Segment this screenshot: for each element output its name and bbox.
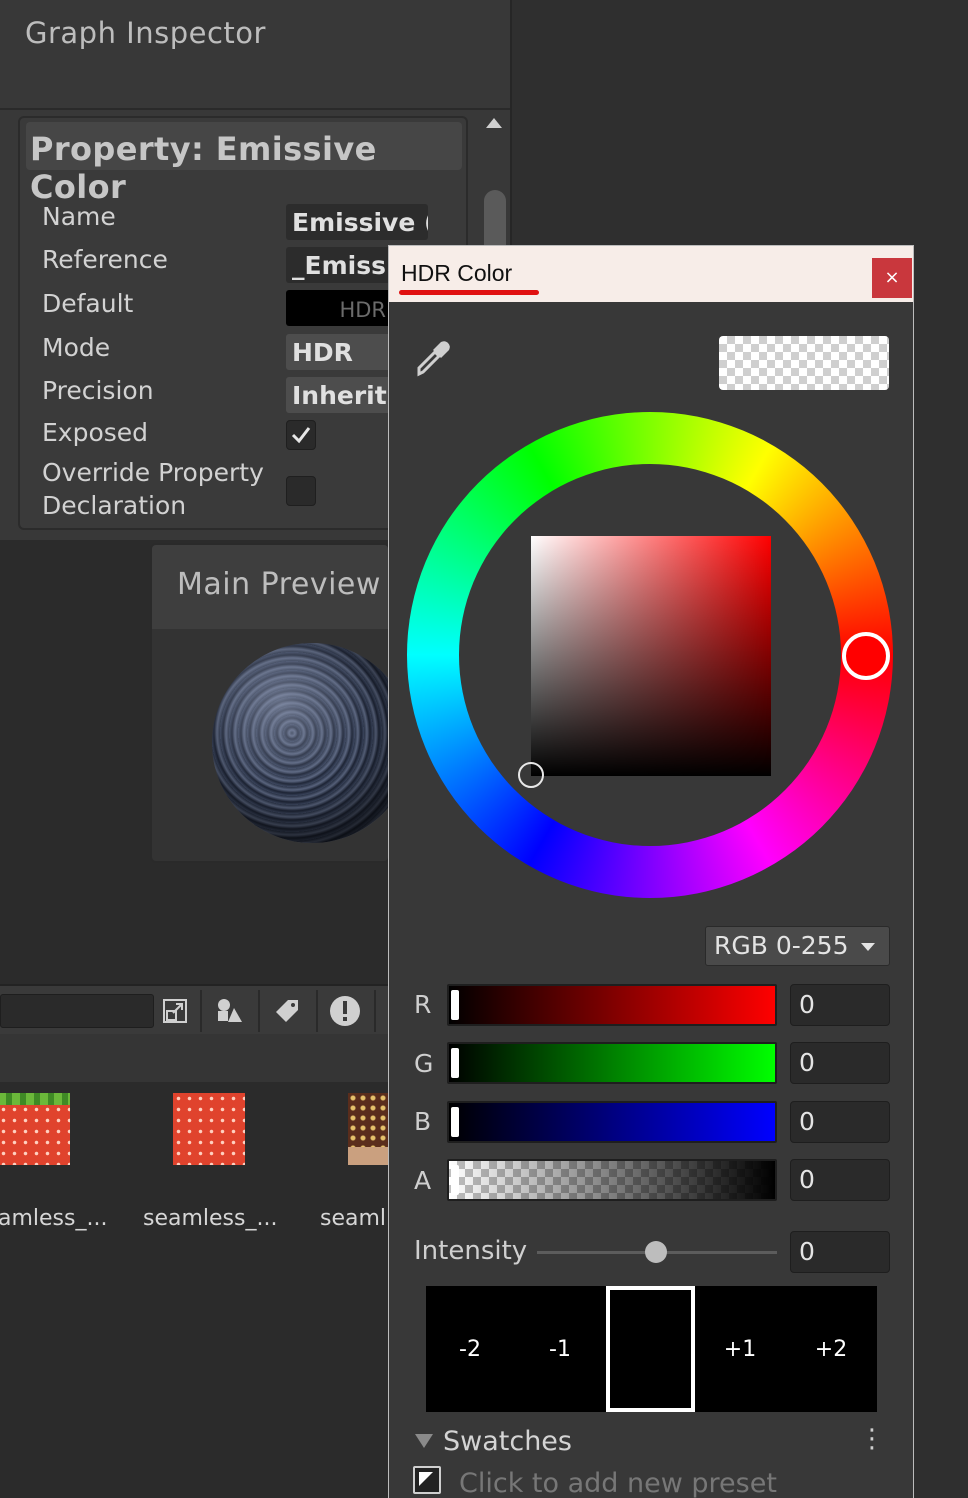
- name-label: Name: [42, 202, 116, 231]
- asset-thumbnail-strawberry[interactable]: [173, 1093, 245, 1165]
- toolbar-divider: [316, 990, 318, 1032]
- stop-plus-2[interactable]: +2: [785, 1286, 877, 1412]
- chevron-down-icon: [861, 943, 875, 951]
- more-options-icon[interactable]: ⋮: [859, 1424, 885, 1454]
- search-input[interactable]: [0, 994, 154, 1028]
- close-button[interactable]: ×: [872, 258, 912, 298]
- red-slider[interactable]: [447, 984, 777, 1026]
- channel-label-b: B: [414, 1107, 432, 1136]
- tag-icon[interactable]: [262, 989, 312, 1033]
- asset-label[interactable]: seamless_...: [143, 1206, 277, 1231]
- hue-handle[interactable]: [842, 632, 890, 680]
- checkmark-icon: [291, 427, 311, 444]
- reference-label: Reference: [42, 245, 168, 274]
- override-declaration-checkbox[interactable]: [286, 476, 316, 506]
- asset-thumbnail-strawberry[interactable]: [0, 1093, 70, 1165]
- toolbar-divider: [258, 990, 260, 1032]
- scroll-up-arrow-icon[interactable]: [486, 118, 502, 128]
- green-value-field[interactable]: 0: [790, 1042, 890, 1084]
- maximize-icon[interactable]: [150, 989, 200, 1033]
- project-toolbar: [0, 984, 390, 1034]
- default-hdr-color-field[interactable]: HDR: [286, 290, 396, 326]
- swatches-label[interactable]: Swatches: [443, 1426, 572, 1457]
- alpha-value-field[interactable]: 0: [790, 1159, 890, 1201]
- toolbar-divider: [200, 990, 202, 1032]
- hdr-color-window: HDR Color × RGB 0-255 R 0 G 0 B 0 A 0 In…: [388, 245, 914, 1498]
- preview-title: Main Preview: [177, 567, 381, 602]
- inspector-title: Graph Inspector: [25, 16, 266, 50]
- channel-label-a: A: [414, 1166, 432, 1195]
- default-label: Default: [42, 289, 134, 318]
- alpha-slider[interactable]: [447, 1159, 777, 1201]
- blue-value-field[interactable]: 0: [790, 1101, 890, 1143]
- precision-dropdown[interactable]: Inherit: [286, 377, 396, 413]
- saturation-value-handle[interactable]: [518, 762, 544, 788]
- mode-dropdown[interactable]: HDR: [286, 334, 396, 370]
- property-header: Property: Emissive Color: [26, 122, 462, 206]
- color-mode-dropdown[interactable]: RGB 0-255: [705, 926, 890, 966]
- reference-field[interactable]: _Emissi: [286, 247, 396, 283]
- toolbar-divider: [374, 990, 376, 1032]
- slider-knob[interactable]: [451, 990, 459, 1020]
- property-header-title: Property: Emissive Color: [30, 130, 377, 206]
- project-breadcrumb-strip: [0, 1034, 390, 1082]
- channel-label-g: G: [414, 1049, 434, 1078]
- red-underline-annotation: [399, 290, 539, 295]
- green-slider[interactable]: [447, 1042, 777, 1084]
- foldout-arrow-icon[interactable]: [415, 1434, 433, 1448]
- stop-minus-2[interactable]: -2: [426, 1286, 514, 1412]
- name-field[interactable]: Emissive (: [286, 204, 428, 240]
- add-preset-button[interactable]: Click to add new preset: [459, 1468, 777, 1498]
- preview-sphere[interactable]: [212, 643, 388, 843]
- window-title: HDR Color: [401, 260, 513, 286]
- window-titlebar[interactable]: HDR Color ×: [389, 246, 913, 302]
- divider: [0, 108, 510, 110]
- stop-plus-1[interactable]: +1: [695, 1286, 785, 1412]
- mode-label: Mode: [42, 333, 111, 362]
- leaf-edge: [0, 1093, 70, 1105]
- intensity-value-field[interactable]: 0: [790, 1231, 890, 1273]
- color-preview-swatch: [719, 336, 889, 390]
- intensity-label: Intensity: [414, 1236, 528, 1266]
- blue-slider[interactable]: [447, 1101, 777, 1143]
- exposed-label: Exposed: [42, 418, 149, 447]
- eyedropper-icon[interactable]: [413, 338, 453, 382]
- main-preview-panel: Main Preview: [150, 543, 390, 863]
- saturation-value-square[interactable]: [531, 536, 771, 776]
- filter-by-type-icon[interactable]: [204, 989, 254, 1033]
- slider-knob[interactable]: [451, 1048, 459, 1078]
- slider-knob[interactable]: [451, 1165, 459, 1195]
- preview-header: Main Preview: [152, 545, 388, 629]
- precision-label: Precision: [42, 376, 154, 405]
- stop-minus-1[interactable]: -1: [514, 1286, 606, 1412]
- red-value-field[interactable]: 0: [790, 984, 890, 1026]
- channel-label-r: R: [414, 990, 432, 1019]
- asset-label[interactable]: seaml: [320, 1206, 386, 1231]
- asset-label[interactable]: amless_...: [0, 1206, 107, 1231]
- color-mode-value: RGB 0-255: [714, 931, 849, 960]
- exposed-checkbox[interactable]: [286, 420, 316, 450]
- warning-icon[interactable]: [320, 989, 370, 1033]
- override-label-line2: Declaration: [42, 491, 187, 520]
- stop-current[interactable]: [606, 1286, 695, 1412]
- slider-knob[interactable]: [451, 1107, 459, 1137]
- override-label-line1: Override Property: [42, 458, 264, 487]
- intensity-slider-knob[interactable]: [645, 1241, 667, 1263]
- exposure-stops: -2 -1 +1 +2: [426, 1286, 877, 1412]
- preset-library-icon[interactable]: [413, 1466, 441, 1494]
